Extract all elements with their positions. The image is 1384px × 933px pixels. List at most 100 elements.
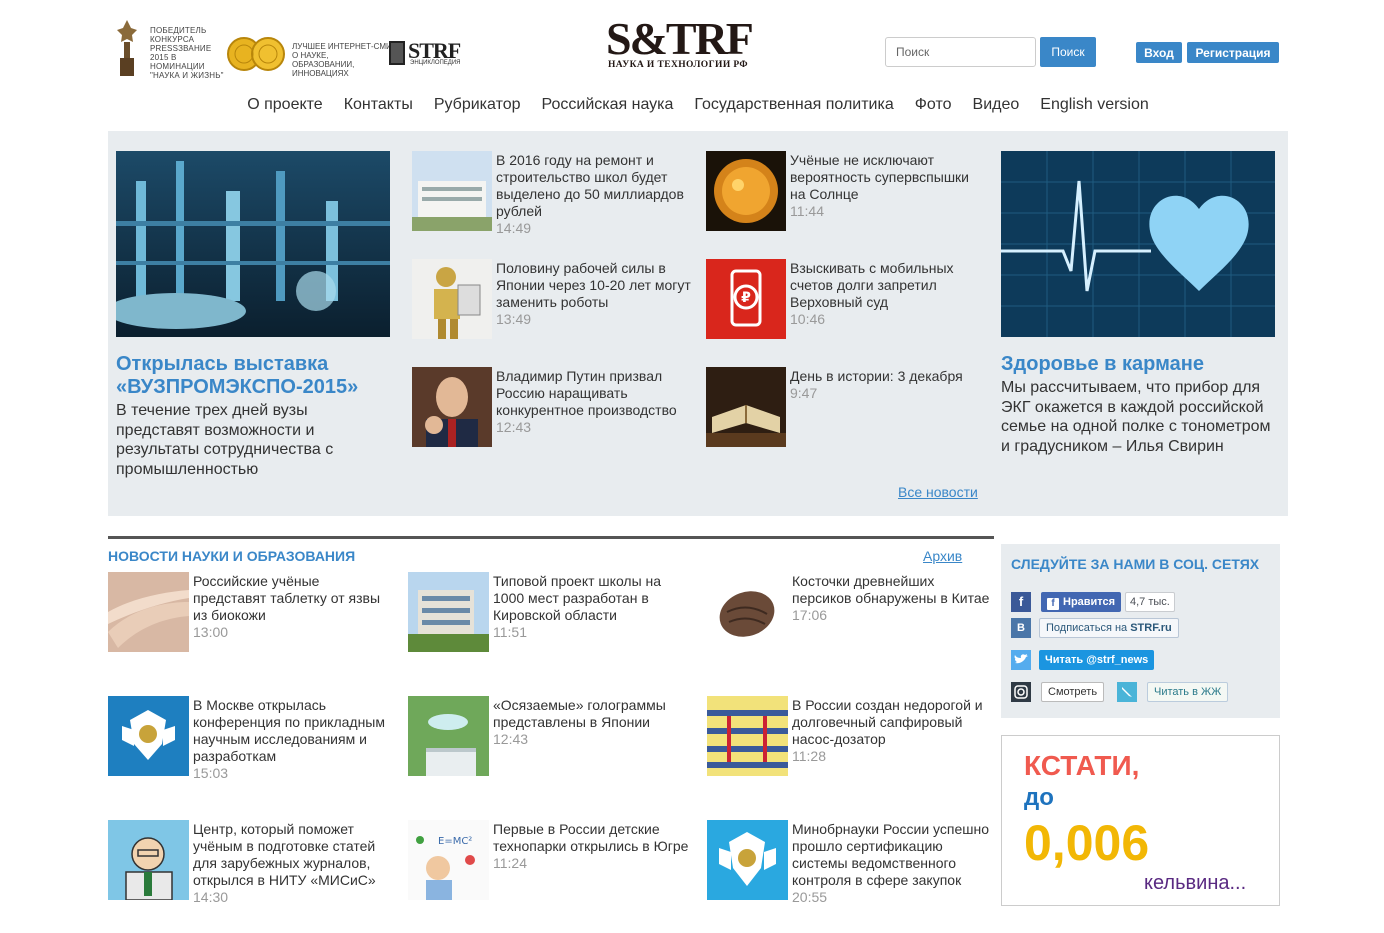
all-news-link[interactable]: Все новости — [898, 484, 978, 500]
news-title[interactable]: Учёные не исключают вероятность супервсп… — [790, 152, 969, 202]
news-title[interactable]: Первые в России детские технопарки откры… — [493, 821, 688, 854]
news-thumbnail[interactable] — [408, 572, 489, 652]
list-item[interactable]: ₽ Взыскивать с мобильных счетов долги за… — [706, 259, 986, 341]
news-time: 11:28 — [792, 748, 826, 764]
nav-english[interactable]: English version — [1040, 96, 1149, 124]
list-item[interactable]: Типовой проект школы на 1000 мест разраб… — [408, 572, 698, 654]
list-item[interactable]: Владимир Путин призвал Россию наращивать… — [412, 367, 692, 449]
nav-rubricator[interactable]: Рубрикатор — [434, 96, 521, 124]
news-title[interactable]: В Москве открылась конференция по прикла… — [193, 697, 385, 764]
list-item[interactable]: Минобрнауки России успешно прошло сертиф… — [707, 820, 997, 905]
archive-link[interactable]: Архив — [923, 548, 962, 564]
encyclopedia-link[interactable]: STRF энциклопедия — [388, 38, 470, 70]
register-button[interactable]: Регистрация — [1187, 42, 1279, 63]
facebook-row: f f Нравится 4,7 тыс. — [1011, 592, 1271, 614]
vk-subscribe-label: Подписаться на — [1046, 622, 1131, 634]
featured-left[interactable]: Открылась выставка «ВУЗПРОМЭКСПО-2015» В… — [116, 151, 390, 479]
list-item[interactable]: В России создан недорогой и долговечный … — [707, 696, 997, 778]
livejournal-icon[interactable] — [1117, 682, 1137, 702]
nav-state-policy[interactable]: Государственная политика — [694, 96, 893, 124]
list-item[interactable]: Учёные не исключают вероятность супервсп… — [706, 151, 986, 233]
nav-photo[interactable]: Фото — [915, 96, 952, 124]
featured-left-title[interactable]: Открылась выставка «ВУЗПРОМЭКСПО-2015» — [116, 353, 390, 399]
news-thumbnail[interactable]: E=MC² — [408, 820, 489, 900]
cartoon-scientist-image — [108, 820, 189, 900]
news-title[interactable]: Взыскивать с мобильных счетов долги запр… — [790, 260, 954, 310]
livejournal-read-button[interactable]: Читать в ЖЖ — [1147, 682, 1229, 702]
news-title[interactable]: Косточки древнейших персиков обнаружены … — [792, 573, 989, 606]
twitter-icon[interactable] — [1011, 650, 1031, 670]
search-input[interactable] — [885, 37, 1036, 67]
main-nav: О проекте Контакты Рубрикатор Российская… — [108, 96, 1288, 124]
news-title[interactable]: Владимир Путин призвал Россию наращивать… — [496, 368, 677, 418]
news-thumbnail[interactable] — [707, 572, 788, 652]
news-title[interactable]: Половину рабочей силы в Японии через 10-… — [496, 260, 691, 310]
news-thumbnail[interactable] — [108, 572, 189, 652]
nav-about[interactable]: О проекте — [247, 96, 322, 124]
list-item[interactable]: Косточки древнейших персиков обнаружены … — [707, 572, 997, 654]
nav-video[interactable]: Видео — [973, 96, 1020, 124]
facebook-icon[interactable]: f — [1011, 592, 1031, 612]
vk-row: В Подписаться на STRF.ru — [1011, 618, 1271, 640]
facebook-like-button[interactable]: f Нравится — [1041, 592, 1122, 612]
login-button[interactable]: Вход — [1136, 42, 1182, 63]
news-thumbnail[interactable] — [707, 696, 788, 776]
site-logo[interactable]: S&TRF НАУКА И ТЕХНОЛОГИИ РФ — [606, 16, 756, 76]
twitter-row: Читать @strf_news — [1011, 650, 1271, 672]
news-title[interactable]: День в истории: 3 декабря — [790, 368, 963, 384]
news-thumbnail[interactable] — [108, 696, 189, 776]
news-thumbnail[interactable] — [108, 820, 189, 900]
school-project-image — [408, 572, 489, 652]
robot-image — [412, 259, 492, 339]
list-item[interactable]: E=MC² Первые в России детские технопарки… — [408, 820, 698, 902]
camera-icon — [1014, 685, 1028, 699]
instagram-watch-button[interactable]: Смотреть — [1041, 682, 1105, 702]
search-button[interactable]: Поиск — [1040, 37, 1096, 67]
kstati-unit: кельвина... — [1144, 872, 1247, 894]
vk-site-name: STRF.ru — [1130, 622, 1172, 634]
list-item[interactable]: «Осязаемые» голограммы представлены в Яп… — [408, 696, 698, 778]
list-item[interactable]: Центр, который поможет учёным в подготов… — [108, 820, 398, 905]
news-thumbnail[interactable] — [706, 367, 786, 447]
news-title[interactable]: «Осязаемые» голограммы представлены в Яп… — [493, 697, 666, 730]
news-title[interactable]: В России создан недорогой и долговечный … — [792, 697, 983, 747]
news-title[interactable]: Центр, который поможет учёным в подготов… — [193, 821, 376, 888]
featured-right-title[interactable]: Здоровье в кармане — [1001, 353, 1275, 376]
list-item[interactable]: В 2016 году на ремонт и строительство шк… — [412, 151, 692, 236]
news-time: 11:44 — [790, 203, 824, 219]
vk-subscribe-button[interactable]: Подписаться на STRF.ru — [1039, 618, 1179, 638]
news-title[interactable]: Российские учёные представят таблетку от… — [193, 573, 380, 623]
news-title[interactable]: Типовой проект школы на 1000 мест разраб… — [493, 573, 661, 623]
news-thumbnail[interactable]: ₽ — [706, 259, 786, 339]
instagram-icon[interactable] — [1011, 682, 1031, 702]
news-time: 13:00 — [193, 624, 229, 640]
kstati-banner[interactable]: КСТАТИ, до 0,006 кельвина... — [1001, 735, 1280, 906]
list-item[interactable]: Половину рабочей силы в Японии через 10-… — [412, 259, 692, 341]
sapphire-pump-image — [707, 696, 788, 776]
award-badge[interactable]: Победитель конкурса PRESSЗВАНИЕ 2015 в н… — [116, 16, 224, 80]
medals-icon[interactable] — [226, 36, 286, 72]
nav-russian-science[interactable]: Российская наука — [542, 96, 674, 124]
old-book-image — [706, 367, 786, 447]
featured-left-image[interactable] — [116, 151, 390, 337]
list-item[interactable]: День в истории: 3 декабря 9:47 — [706, 367, 986, 449]
featured-right[interactable]: Здоровье в кармане Мы рассчитываем, что … — [1001, 151, 1275, 456]
news-thumbnail[interactable] — [706, 151, 786, 231]
vk-icon[interactable]: В — [1011, 618, 1031, 638]
hands-image — [108, 572, 189, 652]
news-thumbnail[interactable] — [412, 259, 492, 339]
news-thumbnail[interactable] — [412, 151, 492, 231]
news-thumbnail[interactable] — [412, 367, 492, 447]
list-item[interactable]: Российские учёные представят таблетку от… — [108, 572, 398, 654]
featured-right-image[interactable] — [1001, 151, 1275, 337]
news-thumbnail[interactable] — [408, 696, 489, 776]
news-title[interactable]: Минобрнауки России успешно прошло сертиф… — [792, 821, 989, 888]
list-item[interactable]: В Москве открылась конференция по прикла… — [108, 696, 398, 781]
news-title[interactable]: В 2016 году на ремонт и строительство шк… — [496, 152, 684, 219]
news-thumbnail[interactable] — [707, 820, 788, 900]
nav-contacts[interactable]: Контакты — [344, 96, 413, 124]
twitter-follow-button[interactable]: Читать @strf_news — [1039, 650, 1155, 670]
news-time: 9:47 — [790, 385, 818, 401]
news-time: 10:46 — [790, 311, 826, 327]
news-time: 14:30 — [193, 889, 229, 905]
